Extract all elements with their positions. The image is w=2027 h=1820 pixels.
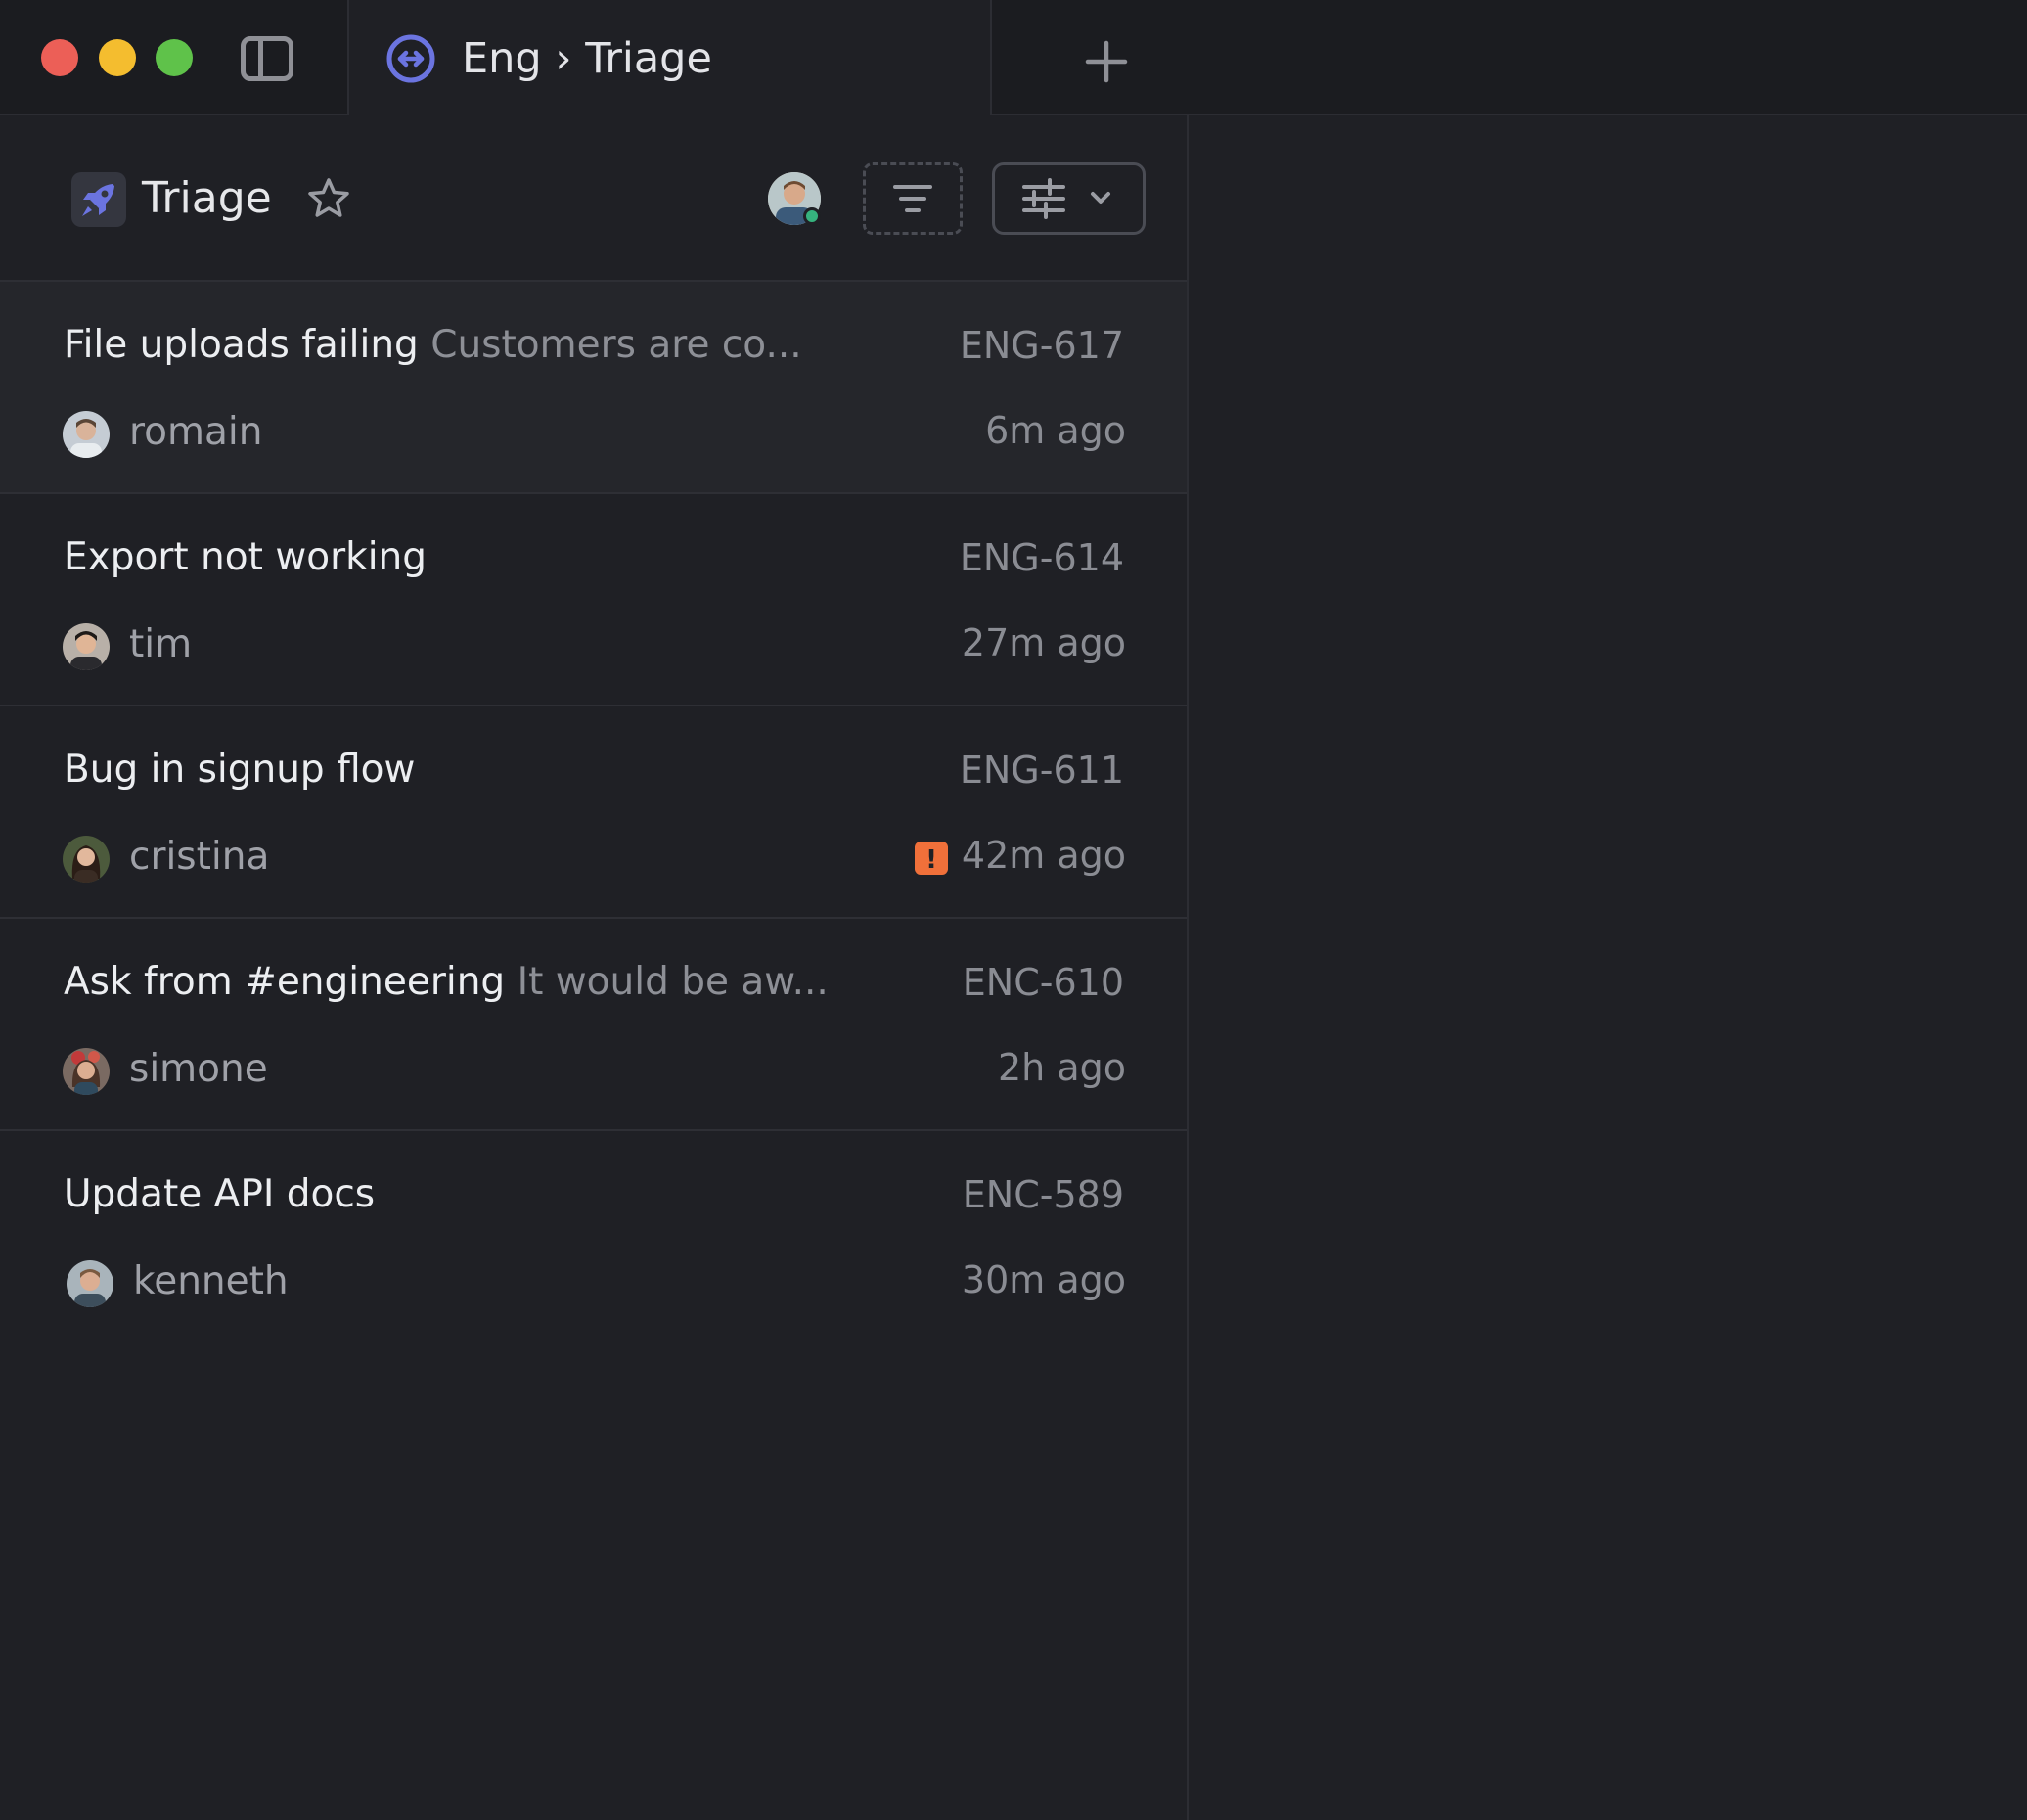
issue-row[interactable]: File uploads failing Customers are co...… <box>0 282 1187 494</box>
issue-title: Update API docs <box>64 1172 376 1216</box>
close-window-button[interactable] <box>41 39 78 76</box>
issue-list: File uploads failing Customers are co...… <box>0 282 1187 1343</box>
issue-id: ENG-614 <box>959 536 1124 579</box>
urgent-priority-icon: ! <box>915 842 948 875</box>
user-name: tim <box>129 622 193 666</box>
issue-row[interactable]: Export not working ENG-614 tim 27m ago <box>0 494 1187 706</box>
issue-id: ENG-617 <box>959 324 1124 367</box>
triage-pane: Triage File uploads failing Customers ar… <box>0 115 1189 1820</box>
issue-title: Export not working <box>64 535 428 579</box>
issue-row[interactable]: Ask from #engineering It would be aw... … <box>0 919 1187 1131</box>
issue-time: 27m ago <box>961 621 1126 664</box>
star-icon[interactable] <box>306 176 351 221</box>
online-status-dot <box>803 207 821 225</box>
team-link-icon <box>386 34 435 83</box>
view-header: Triage <box>0 115 1187 282</box>
current-user-avatar[interactable] <box>768 172 821 225</box>
avatar-photo <box>63 836 110 883</box>
issue-time: 42m ago <box>961 834 1126 877</box>
issue-title: Bug in signup flow <box>64 748 416 792</box>
zoom-window-button[interactable] <box>156 39 193 76</box>
issue-time: 2h ago <box>998 1046 1126 1089</box>
user-avatar <box>63 623 110 670</box>
issue-title: File uploads failing Customers are co... <box>64 323 802 367</box>
user-avatar <box>63 1048 110 1095</box>
filter-button[interactable] <box>863 162 963 235</box>
issue-id: ENC-589 <box>962 1173 1124 1216</box>
tab-title: Eng › Triage <box>462 34 712 83</box>
issue-description: Customers are co... <box>430 323 802 367</box>
exclamation-icon: ! <box>925 845 937 875</box>
window-controls-area <box>0 0 349 115</box>
team-icon-badge <box>71 172 126 227</box>
issue-description: It would be aw... <box>517 960 829 1004</box>
user-avatar <box>63 411 110 458</box>
user-name: simone <box>129 1047 268 1091</box>
rocket-icon <box>82 184 114 216</box>
issue-row[interactable]: Bug in signup flow ENG-611 cristina ! 42… <box>0 706 1187 919</box>
sidebar-toggle-icon[interactable] <box>241 36 293 81</box>
plus-icon[interactable] <box>1080 35 1133 88</box>
urgent-mark: ! <box>925 845 937 875</box>
user-name: cristina <box>129 835 270 879</box>
user-avatar <box>63 836 110 883</box>
user-name: kenneth <box>133 1259 289 1303</box>
sliders-icon <box>1022 178 1110 219</box>
issue-row[interactable]: Update API docs ENC-589 kenneth 30m ago <box>0 1131 1187 1343</box>
issue-time: 6m ago <box>985 409 1126 452</box>
user-avatar <box>67 1260 113 1307</box>
issue-id: ENG-611 <box>959 749 1124 792</box>
tab-bar-empty <box>990 0 2027 115</box>
display-options-button[interactable] <box>992 162 1146 235</box>
issue-id: ENC-610 <box>962 961 1124 1004</box>
minimize-window-button[interactable] <box>99 39 136 76</box>
tab-strip: Eng › Triage <box>0 0 2027 115</box>
avatar-photo <box>63 623 110 670</box>
filter-icon <box>893 185 932 212</box>
detail-pane-empty <box>1191 115 2027 1820</box>
avatar-photo <box>63 411 110 458</box>
issue-time: 30m ago <box>961 1258 1126 1301</box>
user-name: romain <box>129 410 263 454</box>
issue-title: Ask from #engineering It would be aw... <box>64 960 829 1004</box>
avatar-photo <box>67 1260 113 1307</box>
page-title: Triage <box>142 173 272 223</box>
avatar-photo <box>63 1048 110 1095</box>
